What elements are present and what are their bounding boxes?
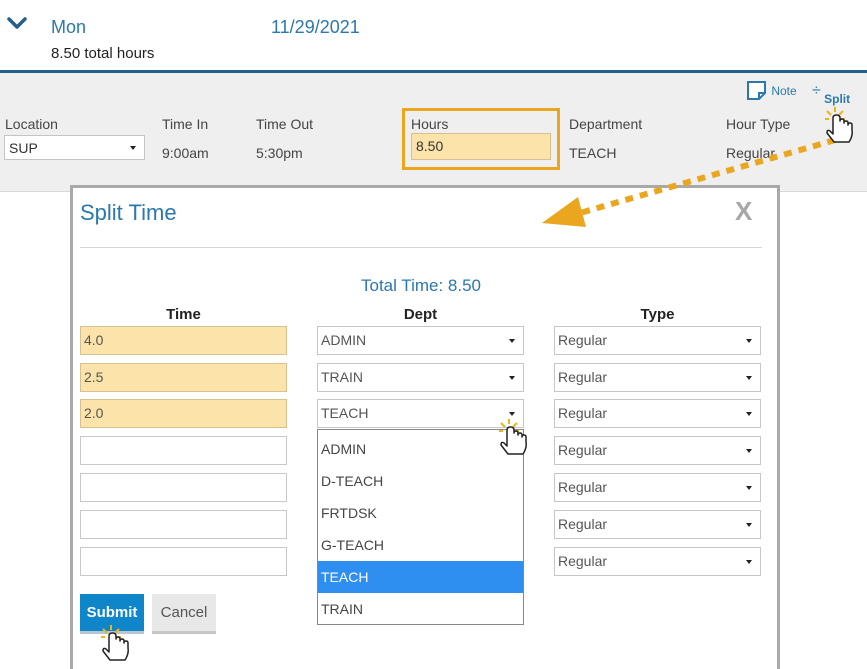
dept-option[interactable]: G-TEACH [318,529,523,561]
hours-label: Hours [411,116,449,132]
type-select[interactable]: Regular [554,547,761,576]
chevron-down-icon[interactable] [6,12,28,34]
day-total-hours: 8.50 total hours [51,45,155,62]
time-in-label: Time In [162,116,209,132]
caret-down-icon [746,448,752,453]
caret-down-icon [746,559,752,564]
column-header-type: Type [640,306,675,323]
type-select-value: Regular [558,405,608,421]
day-date: 11/29/2021 [271,17,360,37]
caret-down-icon [746,375,752,380]
split-time-input[interactable]: 2.5 [80,363,287,392]
dept-select-value: ADMIN [321,332,367,348]
dept-select[interactable]: ADMIN [317,326,524,355]
dashed-arrow-annotation [542,137,836,227]
column-header-dept: Dept [403,306,438,323]
type-select[interactable]: Regular [554,436,761,465]
dept-select-open[interactable]: TEACH [317,399,524,428]
split-time-input[interactable] [80,473,287,502]
type-select-value: Regular [558,332,608,348]
caret-down-icon [509,375,515,380]
split-time-input[interactable]: 2.0 [80,399,287,428]
caret-down-icon [509,411,515,416]
dialog-divider [80,247,762,248]
time-out-label: Time Out [256,116,314,132]
dept-select-value: TEACH [321,405,369,421]
dept-option-selected[interactable]: TEACH [318,561,523,593]
department-label: Department [569,116,643,132]
total-time: Total Time: 8.50 [360,276,481,295]
split-icon: ÷ [812,82,821,99]
hand-cursor-icon [101,625,129,661]
type-select-value: Regular [558,442,608,458]
dept-option[interactable]: FRTDSK [318,497,523,529]
caret-down-icon [509,338,515,343]
dept-option[interactable]: D-TEACH [318,465,523,497]
note-label: Note [771,84,797,98]
time-in-value: 9:00am [162,145,209,161]
caret-down-icon [130,145,136,150]
dept-dropdown-list: ADMIN D-TEACH FRTDSK G-TEACH TEACH TRAIN [317,429,524,625]
hand-cursor-icon [499,419,527,455]
type-select-value: Regular [558,369,608,385]
type-select[interactable]: Regular [554,510,761,539]
cancel-button[interactable]: Cancel [152,594,216,634]
type-select[interactable]: Regular [554,326,761,355]
split-time-input[interactable] [80,547,287,576]
split-time-input[interactable]: 4.0 [80,326,287,355]
hour-type-label: Hour Type [726,116,791,132]
type-select[interactable]: Regular [554,363,761,392]
location-label: Location [5,116,58,132]
location-value: SUP [9,140,38,156]
dept-option[interactable]: TRAIN [318,593,523,625]
dialog-title: Split Time [80,200,177,225]
hand-cursor-icon [825,107,853,143]
time-out-value: 5:30pm [256,145,303,161]
split-time-input[interactable] [80,436,287,465]
split-label: Split [824,92,851,106]
caret-down-icon [746,338,752,343]
caret-down-icon [746,485,752,490]
type-select[interactable]: Regular [554,473,761,502]
location-select[interactable]: SUP [4,135,145,160]
dept-select-value: TRAIN [321,369,363,385]
dept-select[interactable]: TRAIN [317,363,524,392]
note-button[interactable]: Note [746,80,797,102]
dept-option[interactable]: ADMIN [318,433,523,465]
day-name: Mon [51,17,87,37]
type-select[interactable]: Regular [554,399,761,428]
column-header-time: Time [166,306,201,323]
caret-down-icon [746,411,752,416]
caret-down-icon [746,522,752,527]
type-select-value: Regular [558,553,608,569]
note-icon [747,81,766,100]
type-select-value: Regular [558,516,608,532]
type-select-value: Regular [558,479,608,495]
split-time-input[interactable] [80,510,287,539]
hours-field[interactable]: 8.50 [411,133,551,160]
split-button[interactable]: ÷ Split [812,82,850,106]
